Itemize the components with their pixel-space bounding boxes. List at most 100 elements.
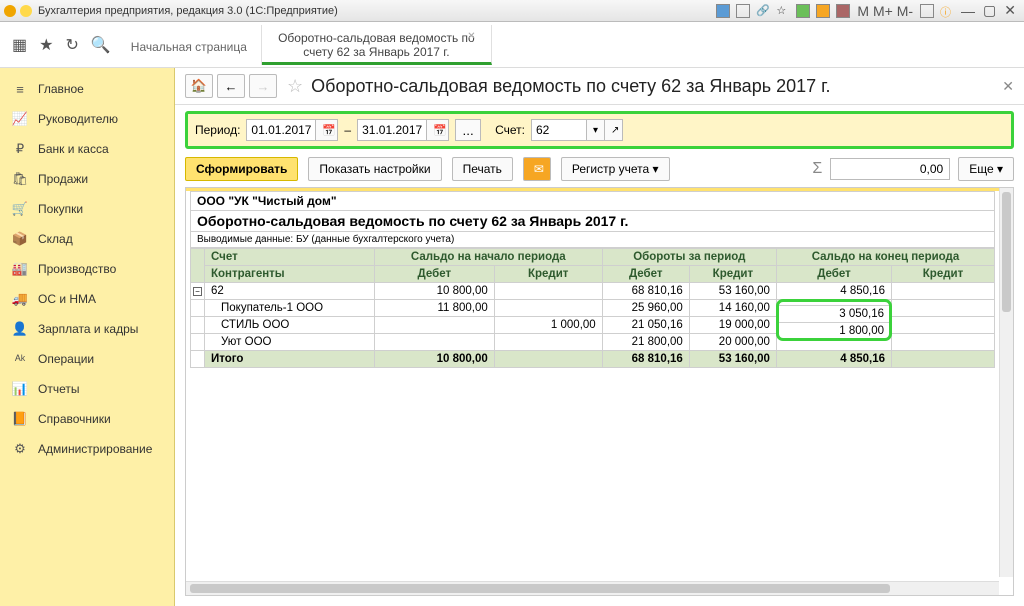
window-close[interactable]: ✕ [1004, 2, 1016, 19]
report-container[interactable]: ООО "УК "Чистый дом" Оборотно-сальдовая … [185, 187, 1014, 596]
titlebar-icon-panel[interactable] [920, 4, 934, 18]
sidebar-item-stock[interactable]: 📦Склад [0, 224, 174, 254]
cell-name: 62 [205, 283, 375, 300]
apps-grid-icon[interactable]: ▦ [12, 35, 27, 55]
tab-active-label-2: счету 62 за Январь 2017 г. [303, 45, 449, 59]
table-row[interactable]: − 62 10 800,00 68 810,1653 160,00 4 850,… [191, 283, 995, 300]
account-label: Счет: [495, 123, 525, 137]
forward-button[interactable]: → [249, 74, 277, 98]
sidebar-item-production[interactable]: 🏭Производство [0, 254, 174, 284]
table-row[interactable]: Покупатель-1 ООО 11 800,00 25 960,0014 1… [191, 300, 995, 317]
period-from-calendar-button[interactable]: 📅 [316, 119, 338, 141]
sidebar-item-refs[interactable]: 📙Справочники [0, 404, 174, 434]
account-dropdown-button[interactable]: ▾ [587, 119, 605, 141]
favorite-star-icon[interactable]: ☆ [287, 76, 303, 97]
cell-name: Уют ООО [205, 334, 375, 351]
horizontal-scrollbar[interactable] [186, 581, 999, 595]
sidebar-label: Операции [38, 352, 94, 366]
sidebar-item-main[interactable]: ≡ Главное [0, 74, 174, 104]
sidebar-item-manager[interactable]: 📈Руководителю [0, 104, 174, 134]
header-debit: Дебет [374, 266, 494, 283]
back-button[interactable]: ← [217, 74, 245, 98]
sidebar-item-sales[interactable]: 🛍Продажи [0, 164, 174, 194]
titlebar-icon-green[interactable] [796, 4, 810, 18]
cell: 68 810,16 [602, 351, 689, 368]
favorites-star-icon[interactable]: ★ [39, 35, 53, 55]
cell: 53 160,00 [689, 283, 776, 300]
account-open-button[interactable]: ↗ [605, 119, 623, 141]
window-maximize[interactable]: ▢ [983, 2, 996, 19]
sidebar-label: Администрирование [38, 442, 152, 456]
window-minimize[interactable]: — [961, 3, 975, 19]
titlebar-icon-calc[interactable] [836, 4, 850, 18]
sum-field[interactable] [830, 158, 950, 180]
titlebar-star-icon[interactable]: ☆ [776, 4, 790, 18]
account-input[interactable] [531, 119, 587, 141]
sidebar-label: Производство [38, 262, 116, 276]
sidebar-item-purchases[interactable]: 🛒Покупки [0, 194, 174, 224]
sidebar-label: Покупки [38, 202, 83, 216]
header-opening: Сальдо на начало периода [374, 249, 602, 266]
titlebar-icon-calendar[interactable] [816, 4, 830, 18]
cell: 21 800,00 [602, 334, 689, 351]
cell [892, 334, 995, 351]
app-icon-dropdown[interactable] [20, 5, 32, 17]
titlebar-icon-save[interactable] [716, 4, 730, 18]
tab-report-active[interactable]: Оборотно-сальдовая ведомость по счету 62… [262, 25, 492, 65]
vertical-scrollbar[interactable] [999, 188, 1013, 577]
sidebar-label: Банк и касса [38, 142, 109, 156]
menu-icon: ≡ [12, 81, 28, 97]
sidebar-item-salary[interactable]: 👤Зарплата и кадры [0, 314, 174, 344]
collapse-column [191, 249, 205, 283]
sidebar-item-reports[interactable]: 📊Отчеты [0, 374, 174, 404]
cell [374, 334, 494, 351]
tab-start-label: Начальная страница [131, 40, 247, 54]
titlebar-info-icon[interactable]: ⓘ [940, 4, 954, 18]
history-icon[interactable]: ↻ [65, 35, 78, 55]
print-button[interactable]: Печать [452, 157, 513, 181]
operations-icon: ᴬᵏ [12, 351, 28, 367]
cell: 14 160,00 [689, 300, 776, 317]
page-close-button[interactable]: ✕ [1002, 78, 1014, 95]
cell [494, 351, 602, 368]
collapse-button[interactable]: − [193, 287, 202, 296]
period-dash: – [344, 123, 351, 137]
email-button[interactable]: ✉ [523, 157, 551, 181]
sidebar-item-operations[interactable]: ᴬᵏ Операции [0, 344, 174, 374]
tab-active-label-1: Оборотно-сальдовая ведомость по [278, 31, 475, 45]
window-titlebar: Бухгалтерия предприятия, редакция 3.0 (1… [0, 0, 1024, 22]
scrollbar-thumb[interactable] [190, 584, 890, 593]
cell [892, 317, 995, 334]
period-to-input[interactable] [357, 119, 427, 141]
sidebar-item-admin[interactable]: ⚙Администрирование [0, 434, 174, 464]
sidebar-item-bank[interactable]: ₽ Банк и касса [0, 134, 174, 164]
search-icon[interactable]: 🔍 [91, 35, 111, 55]
filter-bar: Период: 📅 – 📅 ... Счет: ▾ ↗ [185, 111, 1014, 149]
cell [892, 300, 995, 317]
show-settings-button[interactable]: Показать настройки [308, 157, 441, 181]
report-org: ООО "УК "Чистый дом" [190, 191, 995, 211]
bar-chart-icon: 📊 [12, 381, 28, 397]
form-button[interactable]: Сформировать [185, 157, 298, 181]
home-button[interactable]: 🏠 [185, 74, 213, 98]
scrollbar-thumb[interactable] [1002, 192, 1011, 312]
app-icon-1c [4, 5, 16, 17]
more-button[interactable]: Еще ▾ [958, 157, 1014, 181]
cell: 25 960,00 [602, 300, 689, 317]
titlebar-icon-link[interactable]: 🔗 [756, 4, 770, 18]
bag-icon: 🛍 [12, 171, 28, 187]
period-to-calendar-button[interactable]: 📅 [427, 119, 449, 141]
window-title-text: Бухгалтерия предприятия, редакция 3.0 (1… [38, 5, 338, 17]
register-button[interactable]: Регистр учета ▾ [561, 157, 670, 181]
ruble-icon: ₽ [12, 141, 28, 157]
tab-start-page[interactable]: Начальная страница [117, 25, 262, 65]
report-title: Оборотно-сальдовая ведомость по счету 62… [190, 211, 995, 232]
sidebar-label: Главное [38, 82, 84, 96]
period-picker-button[interactable]: ... [455, 119, 481, 141]
titlebar-icon-print[interactable] [736, 4, 750, 18]
tab-close-icon[interactable]: ✕ [467, 31, 475, 42]
sidebar-item-assets[interactable]: 🚚ОС и НМА [0, 284, 174, 314]
period-from-input[interactable] [246, 119, 316, 141]
memory-buttons[interactable]: М М+ М- [857, 3, 913, 19]
cell: 11 800,00 [374, 300, 494, 317]
